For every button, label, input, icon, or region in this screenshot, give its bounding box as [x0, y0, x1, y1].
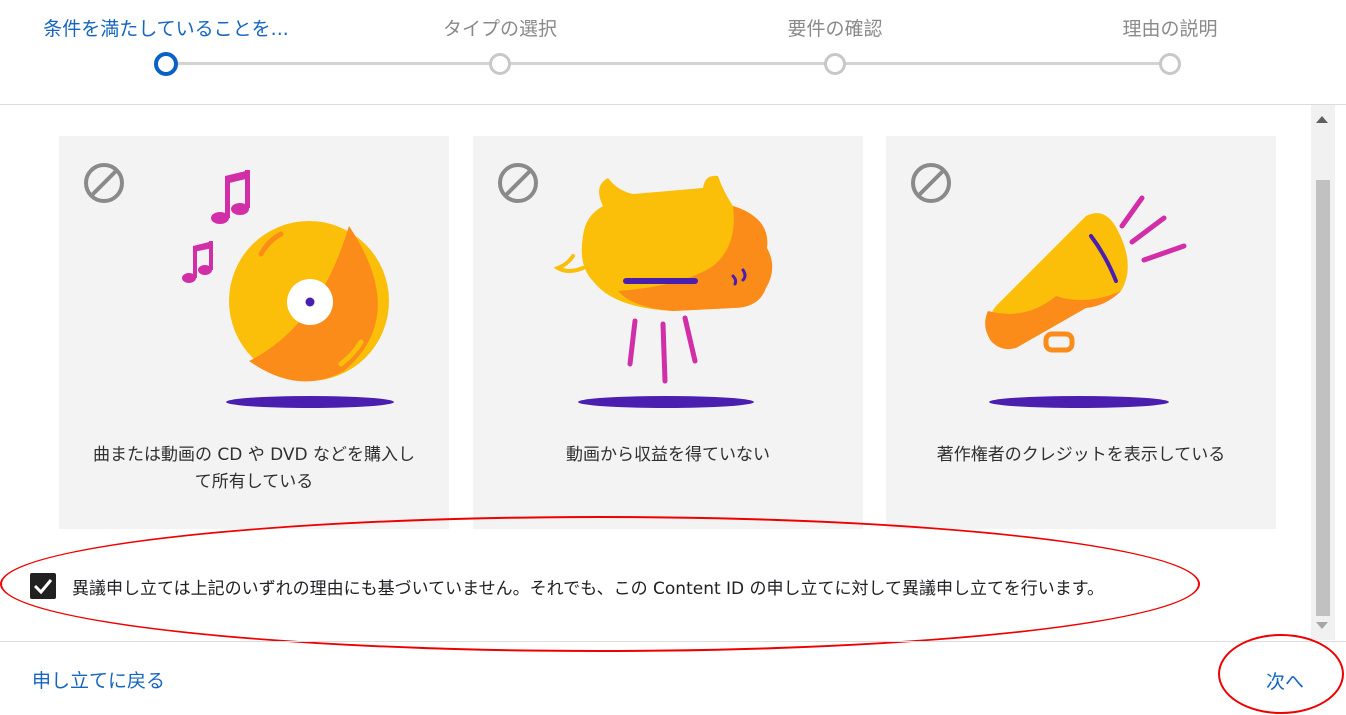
scroll-up-icon[interactable] [1316, 116, 1328, 123]
agreement-checkbox[interactable] [30, 573, 56, 599]
dialog-footer: 申し立てに戻る 次へ [0, 641, 1346, 715]
step-4-dot [1159, 53, 1181, 75]
scroll-thumb[interactable] [1316, 180, 1330, 616]
scroll-content: 曲または動画の CD や DVD などを購入して所有している 動画から収益を得て… [0, 105, 1310, 640]
card-credit-owner: 著作権者のクレジットを表示している [886, 136, 1276, 529]
checkmark-icon [33, 579, 53, 595]
stepper-track [166, 62, 1170, 65]
step-4-label: 理由の説明 [1122, 18, 1218, 40]
piggy-bank-illustration [553, 175, 773, 408]
step-1-label: 条件を満たしていることを... [43, 18, 289, 40]
step-1-dot [154, 52, 178, 76]
next-button[interactable]: 次へ [1240, 662, 1330, 698]
agreement-label: 異議申し立ては上記のいずれの理由にも基づいていません。それでも、この Conte… [72, 578, 1104, 599]
scroll-down-icon[interactable] [1316, 622, 1328, 629]
step-2-dot [489, 53, 511, 75]
megaphone-illustration [985, 195, 1187, 408]
agreement-row[interactable]: 異議申し立ては上記のいずれの理由にも基づいていません。それでも、この Conte… [30, 573, 1104, 599]
vinyl-record-illustration [182, 170, 394, 408]
progress-stepper: 条件を満たしていることを... タイプの選択 要件の確認 理由の説明 [0, 0, 1346, 105]
card-purchased-cd-dvd: 曲または動画の CD や DVD などを購入して所有している [59, 136, 449, 529]
vertical-scrollbar[interactable] [1311, 105, 1335, 640]
card-label: 動画から収益を得ていない [566, 445, 770, 465]
step-2-label: タイプの選択 [442, 18, 558, 40]
card-label: 曲または動画の CD や DVD などを購入して所有している [92, 445, 416, 492]
back-to-claim-link[interactable]: 申し立てに戻る [32, 666, 165, 693]
step-3-dot [824, 53, 846, 75]
card-label: 著作権者のクレジットを表示している [936, 445, 1226, 465]
card-not-monetized: 動画から収益を得ていない [473, 136, 863, 529]
step-3-label: 要件の確認 [787, 18, 883, 40]
